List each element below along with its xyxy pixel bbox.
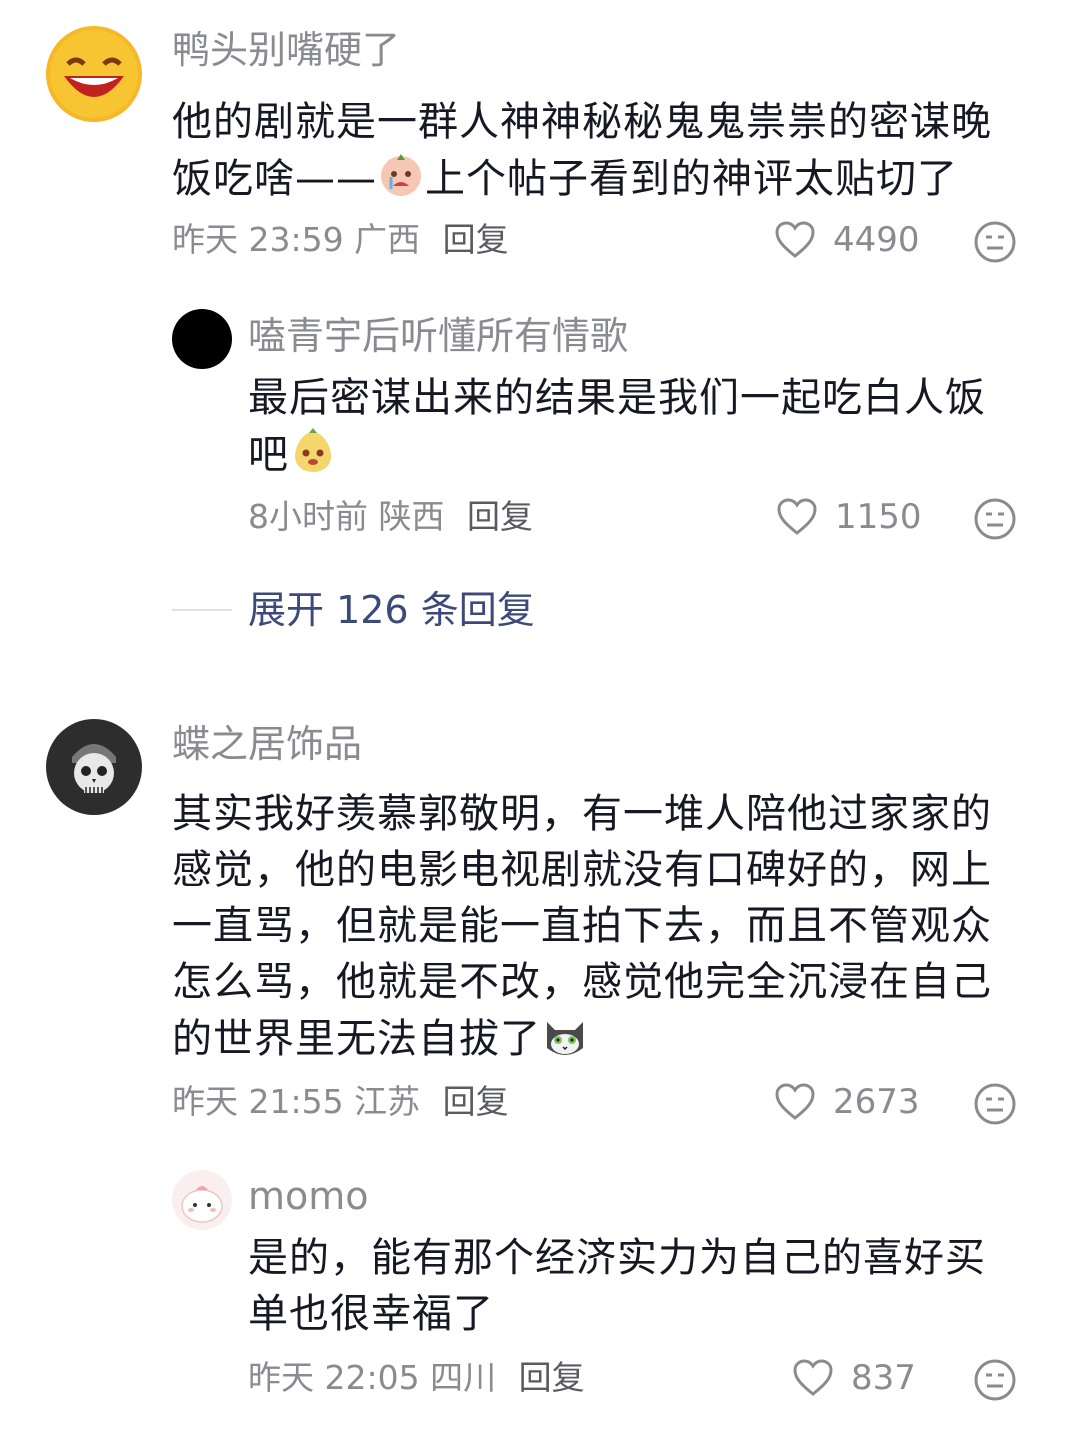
username[interactable]: 蝶之居饰品 [172, 720, 362, 768]
comment-meta: 昨天 22:05 四川 回复 [248, 1356, 585, 1400]
comment-text-part: 最后密谋出来的结果是我们一起吃白人饭吧 [248, 375, 986, 478]
dislike-icon[interactable] [973, 1358, 1017, 1402]
crying-face-emoji [377, 150, 425, 213]
comment-text: 他的剧就是一群人神神秘秘鬼鬼祟祟的密谋晚饭吃啥—— 上个帖子看到的神评太贴切了 [172, 94, 1022, 213]
username[interactable]: 嗑青宇后听懂所有情歌 [248, 312, 628, 360]
skull-icon [46, 719, 142, 815]
comment-text: 其实我好羡慕郭敬明，有一堆人陪他过家家的感觉，他的电影电视剧就没有口碑好的，网上… [172, 786, 1022, 1073]
dislike-icon[interactable] [973, 220, 1017, 264]
time-location: 昨天 23:59 广西 [172, 220, 421, 259]
reply-button[interactable]: 回复 [467, 497, 533, 536]
avatar[interactable] [46, 26, 142, 122]
heart-icon [775, 1083, 815, 1120]
username[interactable]: momo [248, 1172, 369, 1220]
comment-text: 是的，能有那个经济实力为自己的喜好买单也很幸福了 [248, 1235, 986, 1337]
like-button[interactable]: 837 [793, 1356, 916, 1400]
pink-character-icon [172, 1170, 232, 1230]
time-location: 昨天 22:05 四川 [248, 1358, 497, 1397]
heart-icon [775, 221, 815, 258]
comment-text: 最后密谋出来的结果是我们一起吃白人饭吧 [248, 370, 1018, 489]
time-location: 8小时前 陕西 [248, 497, 445, 536]
pear-face-emoji [289, 426, 337, 489]
comment-text-part: 上个帖子看到的神评太贴切了 [425, 156, 958, 202]
reply-button[interactable]: 回复 [443, 220, 509, 259]
like-button[interactable]: 1150 [777, 495, 922, 539]
like-count: 2673 [833, 1082, 920, 1122]
time-location: 昨天 21:55 江苏 [172, 1082, 421, 1121]
expand-replies-button[interactable]: 展开 126 条回复 [172, 584, 535, 636]
heart-icon [793, 1359, 833, 1396]
reply-button[interactable]: 回复 [443, 1082, 509, 1121]
avatar[interactable] [172, 1170, 232, 1230]
reply-button[interactable]: 回复 [519, 1358, 585, 1397]
like-count: 837 [851, 1358, 916, 1398]
expand-replies-label: 展开 126 条回复 [248, 588, 535, 632]
like-count: 4490 [833, 220, 920, 260]
heart-icon [777, 498, 817, 535]
divider [172, 609, 232, 611]
comment-meta: 昨天 23:59 广西 回复 [172, 218, 509, 262]
like-count: 1150 [835, 497, 922, 537]
comment-meta: 8小时前 陕西 回复 [248, 495, 533, 539]
username[interactable]: 鸭头别嘴硬了 [172, 26, 400, 74]
like-button[interactable]: 4490 [775, 218, 920, 262]
comment-meta: 昨天 21:55 江苏 回复 [172, 1080, 509, 1124]
cat-face-emoji [541, 1010, 589, 1073]
dislike-icon[interactable] [973, 497, 1017, 541]
dislike-icon[interactable] [973, 1082, 1017, 1126]
avatar[interactable] [172, 309, 232, 369]
like-button[interactable]: 2673 [775, 1080, 920, 1124]
laughing-face-icon [46, 26, 142, 122]
avatar[interactable] [46, 719, 142, 815]
